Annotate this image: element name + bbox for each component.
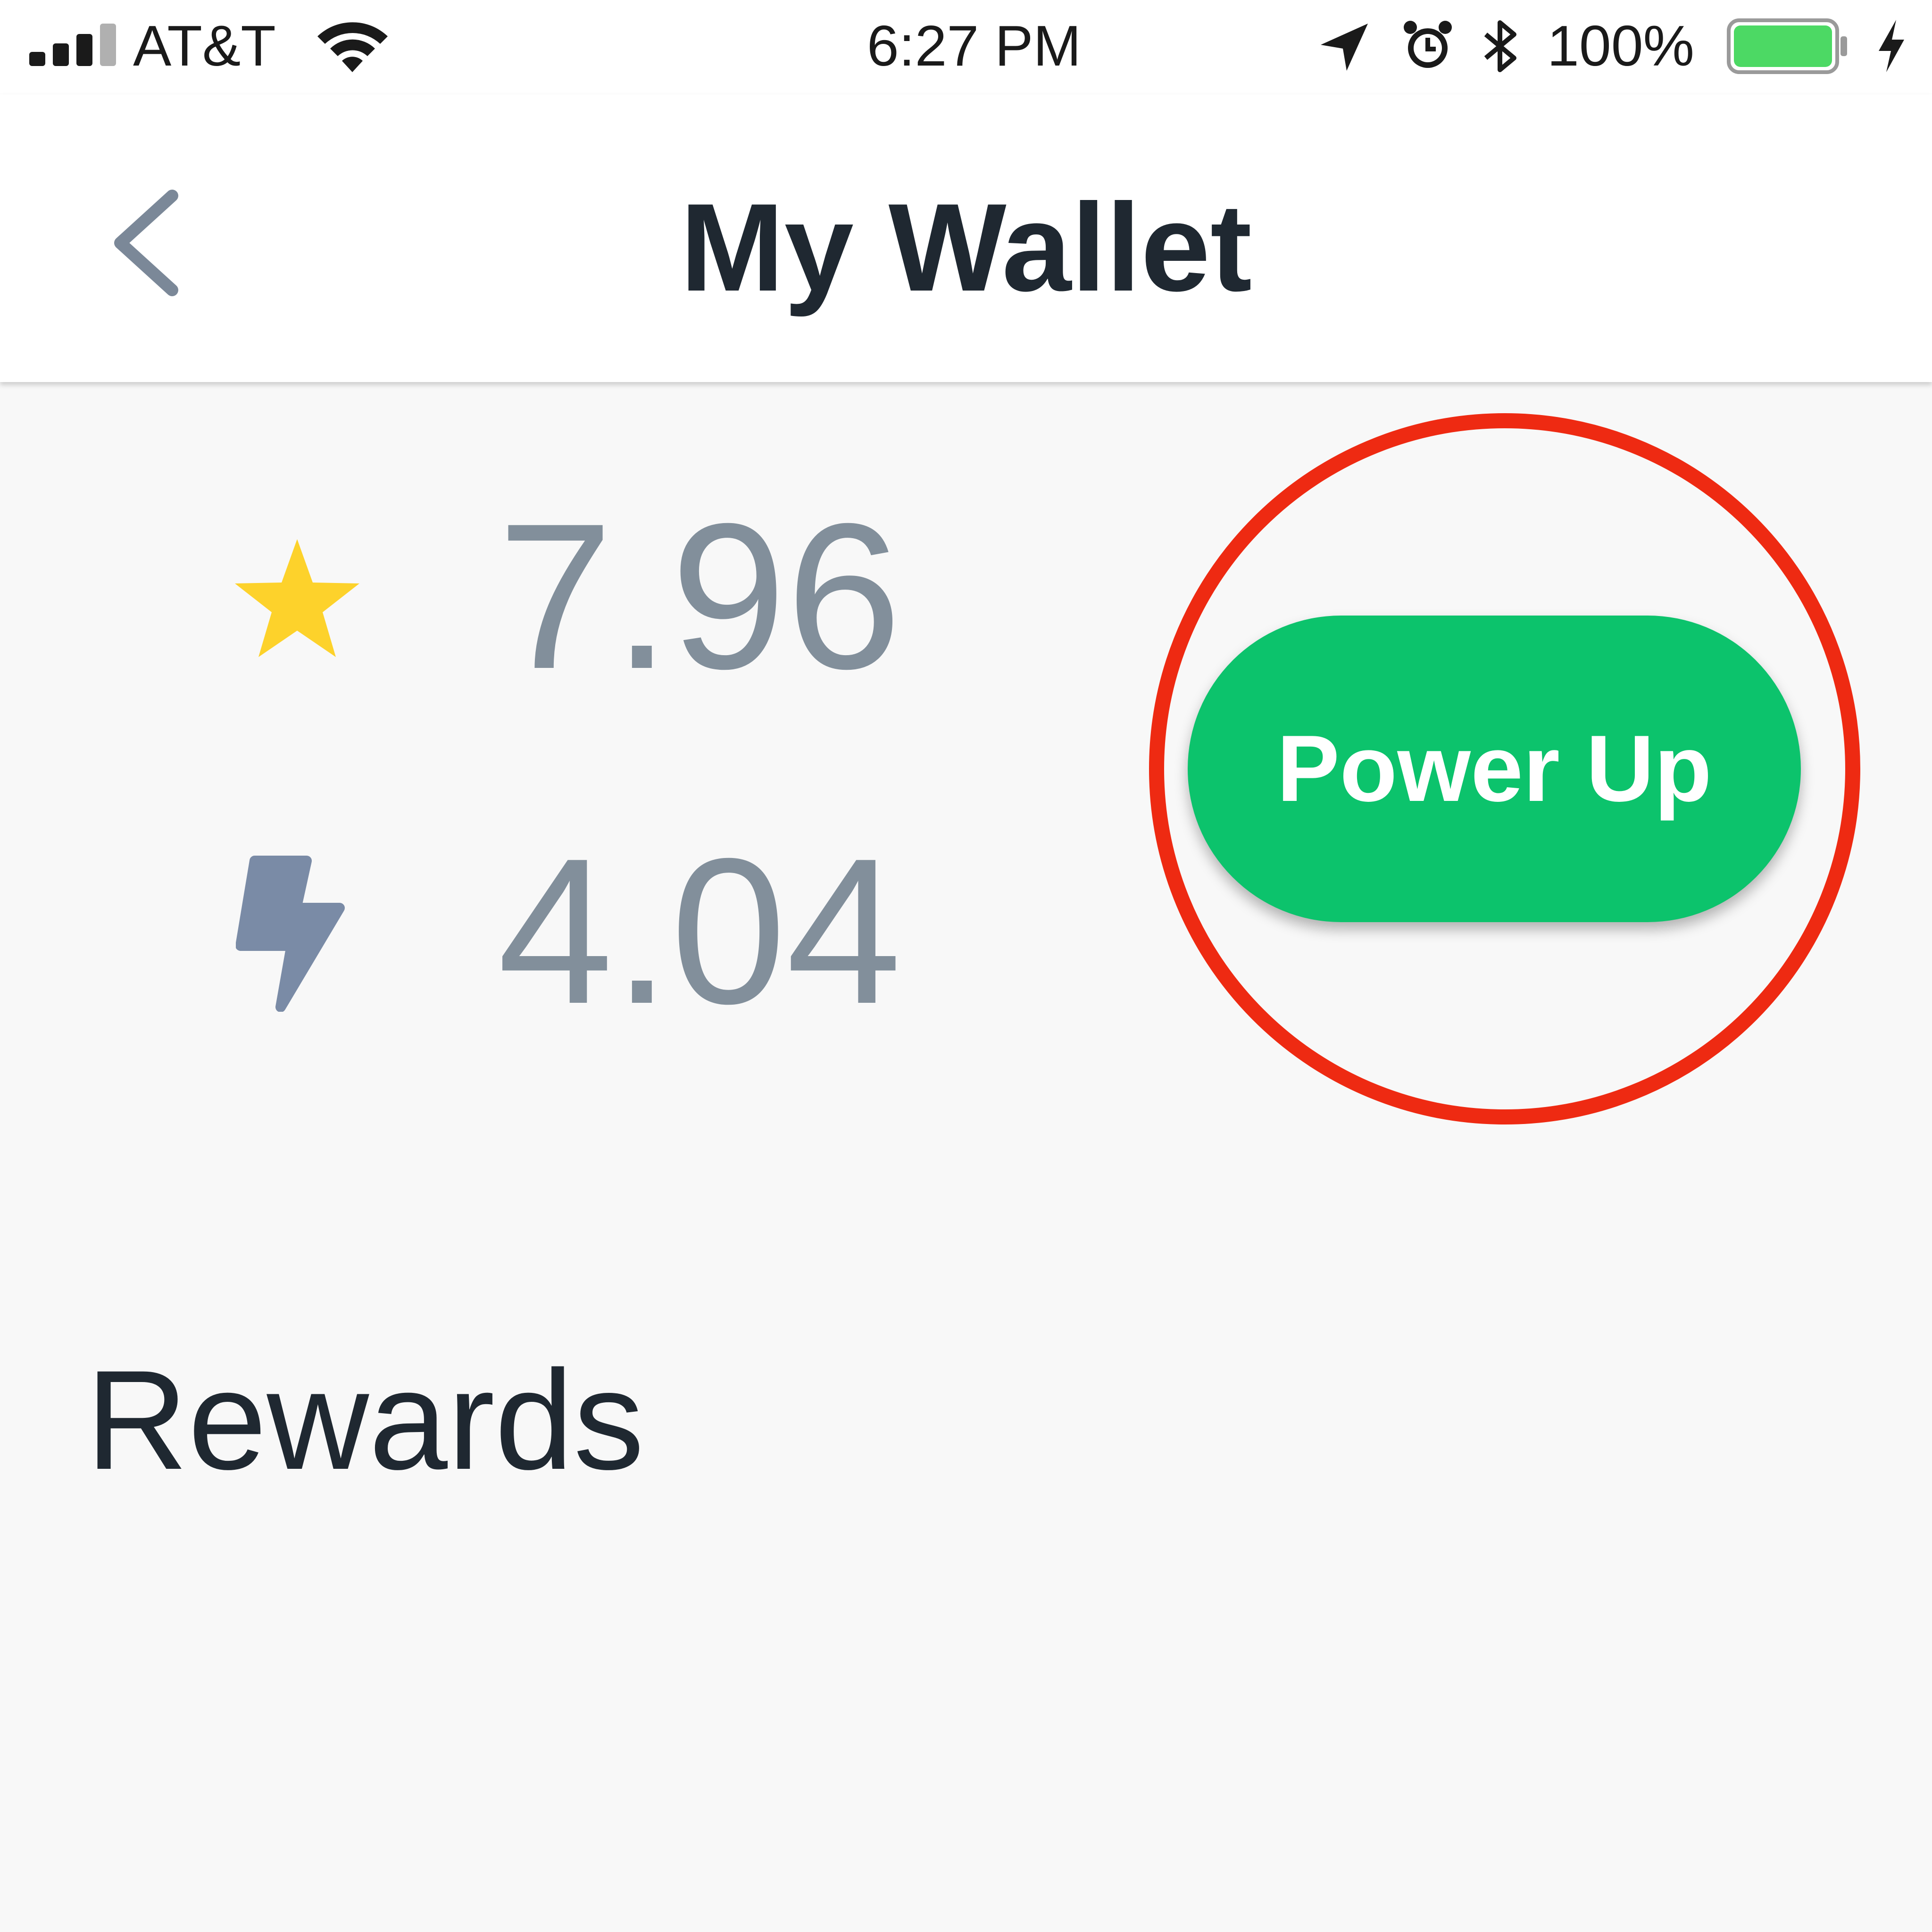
lightning-bolt-icon (236, 856, 345, 1012)
power-balance: 4.04 (498, 816, 902, 1047)
chevron-left-icon[interactable] (101, 186, 186, 300)
location-arrow-icon (1321, 24, 1368, 71)
status-bar: AT&T 6:27 PM 100% (0, 0, 1932, 94)
alarm-icon (1404, 21, 1452, 68)
bluetooth-icon (1484, 20, 1516, 72)
page-title: My Wallet (680, 178, 1252, 317)
points-balance: 7.96 (498, 481, 902, 712)
status-time: 6:27 PM (866, 14, 1082, 78)
battery-icon (1727, 18, 1847, 74)
charging-icon (1879, 20, 1904, 72)
power-up-button[interactable]: Power Up (1188, 616, 1801, 922)
rewards-heading: Rewards (86, 1341, 644, 1499)
star-icon (235, 539, 359, 657)
battery-percent: 100% (1547, 14, 1695, 78)
wifi-icon (317, 22, 388, 72)
navigation-bar: My Wallet (0, 94, 1932, 382)
carrier-label: AT&T (133, 14, 276, 78)
signal-icon (29, 24, 116, 66)
wallet-content: 7.96 4.04 Power Up Rewards (0, 382, 1932, 1932)
